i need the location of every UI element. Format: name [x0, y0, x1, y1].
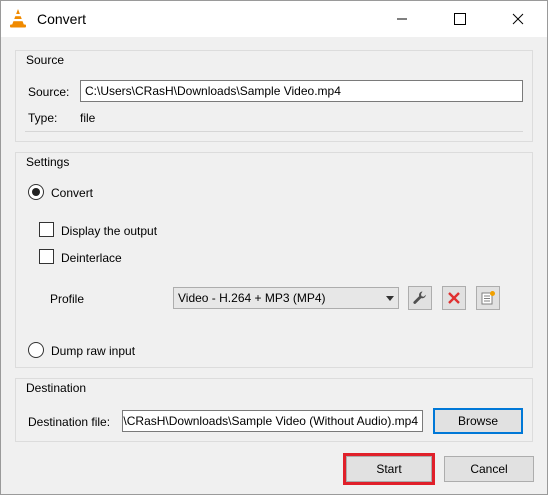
convert-radio[interactable]: [28, 184, 44, 200]
profile-select[interactable]: Video - H.264 + MP3 (MP4): [173, 287, 399, 309]
new-profile-icon: [481, 291, 495, 305]
delete-x-icon: [448, 292, 460, 304]
title-bar: Convert: [1, 1, 547, 37]
profile-select-value: Video - H.264 + MP3 (MP4): [178, 291, 326, 305]
settings-group-title: Settings: [24, 155, 72, 169]
minimize-button[interactable]: [379, 1, 425, 37]
window-title: Convert: [37, 11, 87, 27]
chevron-down-icon: [386, 296, 394, 301]
browse-button[interactable]: Browse: [433, 408, 523, 434]
type-value: file: [80, 111, 96, 125]
delete-profile-button[interactable]: [442, 286, 466, 310]
dump-raw-radio[interactable]: [28, 342, 44, 358]
source-path-field[interactable]: C:\Users\CRasH\Downloads\Sample Video.mp…: [80, 80, 523, 102]
edit-profile-button[interactable]: [408, 286, 432, 310]
close-button[interactable]: [495, 1, 541, 37]
destination-file-value: C:\Users\CRasH\Downloads\Sample Video (W…: [122, 414, 418, 428]
destination-group-title: Destination: [24, 381, 89, 395]
vlc-cone-icon: [10, 9, 26, 28]
source-separator: [25, 131, 523, 132]
start-highlight-annotation: [343, 453, 435, 485]
minimize-icon: [397, 18, 407, 20]
display-output-checkbox[interactable]: [39, 222, 54, 237]
close-icon: [512, 13, 524, 25]
type-label: Type:: [28, 111, 58, 125]
maximize-icon: [454, 13, 466, 25]
new-profile-button[interactable]: [476, 286, 500, 310]
source-label: Source:: [28, 85, 70, 99]
convert-radio-dot: [32, 188, 40, 196]
display-output-label[interactable]: Display the output: [61, 224, 157, 238]
deinterlace-label[interactable]: Deinterlace: [61, 251, 122, 265]
profile-label: Profile: [50, 292, 85, 306]
wrench-icon: [413, 291, 426, 304]
dump-raw-label[interactable]: Dump raw input: [51, 344, 135, 358]
destination-file-label: Destination file:: [28, 415, 111, 429]
destination-file-field[interactable]: C:\Users\CRasH\Downloads\Sample Video (W…: [122, 410, 423, 432]
convert-label[interactable]: Convert: [51, 186, 93, 200]
convert-dialog: Convert Source Source: C:\Users\CRasH\Do…: [0, 0, 548, 495]
cancel-button[interactable]: Cancel: [444, 456, 534, 482]
deinterlace-checkbox[interactable]: [39, 249, 54, 264]
maximize-button[interactable]: [437, 1, 483, 37]
source-group-title: Source: [24, 53, 67, 67]
